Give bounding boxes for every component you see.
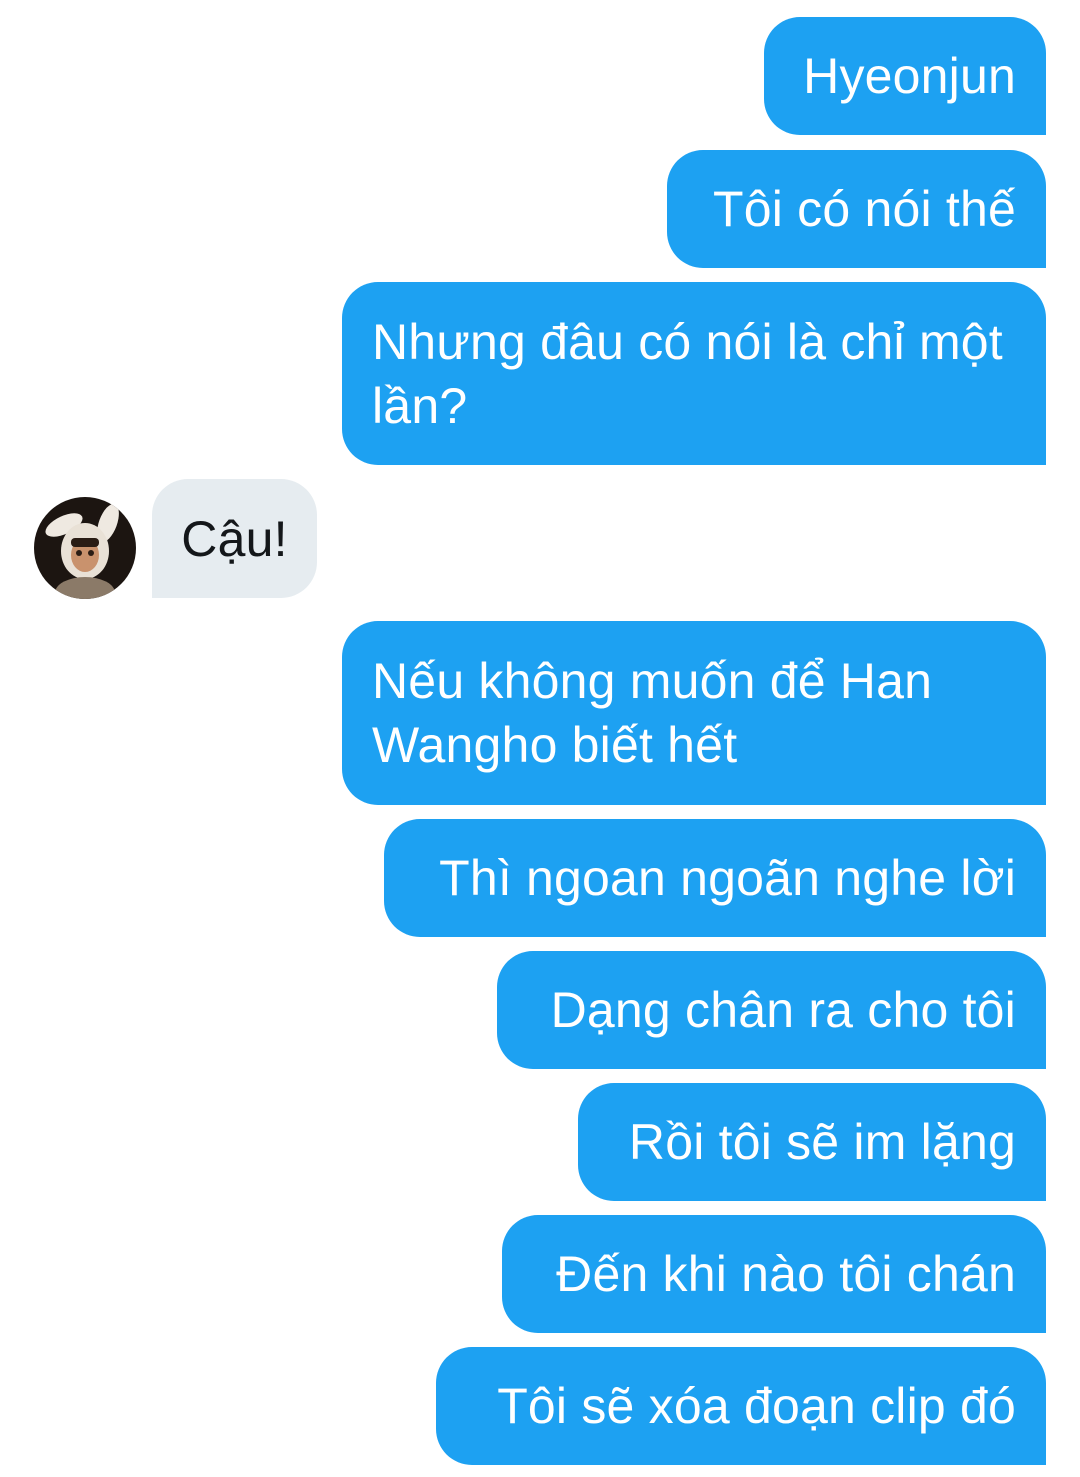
dm-conversation: { "conversation": { "messages": [ {"send… <box>0 0 1080 1477</box>
sent-message-bubble[interactable]: Hyeonjun <box>764 17 1046 135</box>
sent-message-bubble[interactable]: Nếu không muốn để Han Wangho biết hết <box>342 621 1046 805</box>
sent-message-bubble[interactable]: Tôi có nói thế <box>667 150 1046 268</box>
sent-message-bubble[interactable]: Rồi tôi sẽ im lặng <box>578 1083 1046 1201</box>
sent-message-bubble[interactable]: Đến khi nào tôi chán <box>502 1215 1046 1333</box>
sent-message-bubble[interactable]: Tôi sẽ xóa đoạn clip đó <box>436 1347 1046 1465</box>
sent-message-bubble[interactable]: Nhưng đâu có nói là chỉ một lần? <box>342 282 1046 465</box>
user-avatar-icon[interactable] <box>34 497 136 599</box>
received-message-bubble[interactable]: Cậu! <box>152 479 317 598</box>
sent-message-bubble[interactable]: Thì ngoan ngoãn nghe lời <box>384 819 1046 937</box>
sent-message-bubble[interactable]: Dạng chân ra cho tôi <box>497 951 1046 1069</box>
